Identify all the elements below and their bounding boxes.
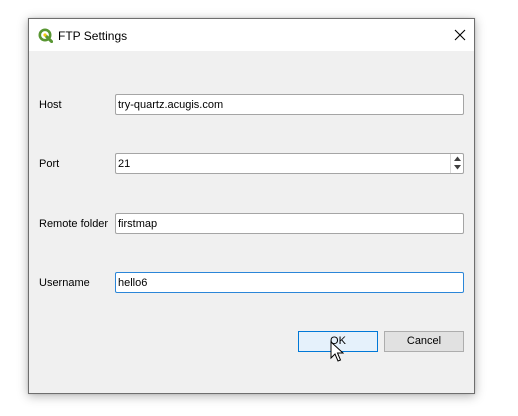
- host-label: Host: [39, 99, 62, 111]
- port-spin-arrows[interactable]: [450, 154, 463, 173]
- host-input[interactable]: [115, 94, 464, 115]
- title-bar[interactable]: FTP Settings: [29, 19, 474, 51]
- cancel-button[interactable]: Cancel: [384, 331, 464, 352]
- remote-folder-label: Remote folder: [39, 218, 109, 230]
- ftp-settings-dialog: FTP Settings Host Port: [28, 18, 475, 394]
- port-spinbox[interactable]: [115, 153, 464, 174]
- qgis-logo-icon: [38, 28, 54, 44]
- close-button[interactable]: [444, 19, 474, 51]
- username-label: Username: [39, 277, 90, 289]
- screen: FTP Settings Host Port: [0, 0, 518, 416]
- spin-down-button[interactable]: [451, 163, 463, 172]
- remote-folder-input[interactable]: [115, 213, 464, 234]
- port-input[interactable]: [115, 153, 464, 174]
- username-input[interactable]: [115, 272, 464, 293]
- port-label: Port: [39, 158, 60, 170]
- window-title: FTP Settings: [58, 29, 128, 43]
- spin-up-button[interactable]: [451, 154, 463, 163]
- ok-button[interactable]: OK: [298, 331, 378, 352]
